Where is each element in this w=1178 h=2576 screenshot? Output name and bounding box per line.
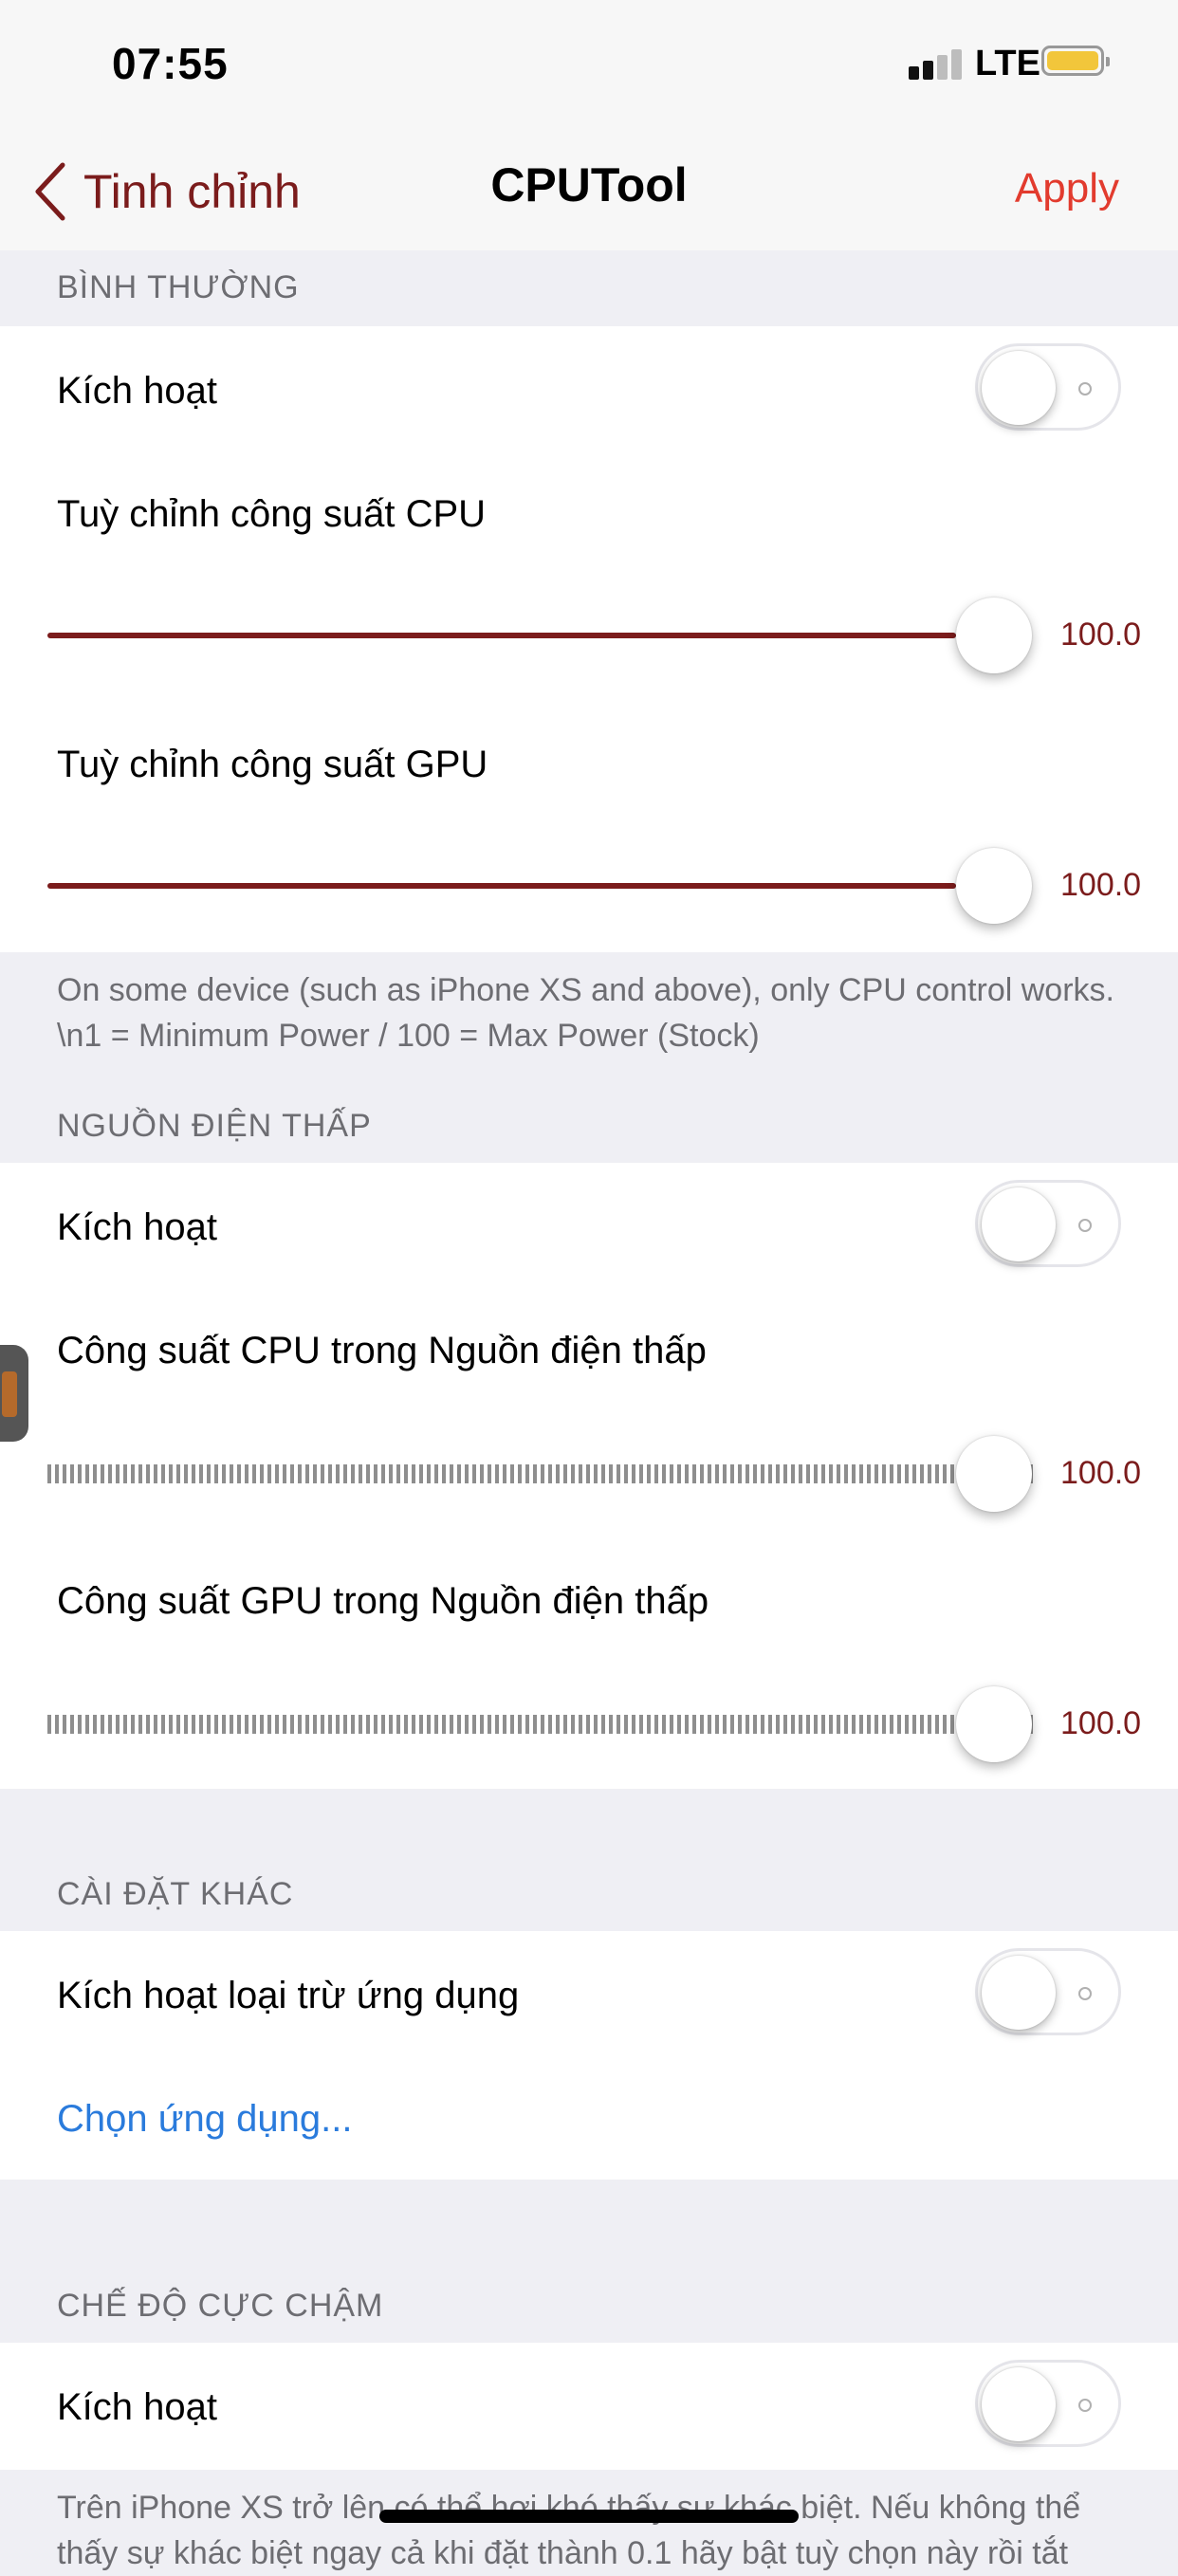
low-power-gpu-value: 100.0: [1060, 1705, 1142, 1741]
low-power-gpu-slider-thumb[interactable]: [956, 1686, 1032, 1762]
assistive-edge-tab[interactable]: [0, 1345, 28, 1442]
exclude-apps-toggle[interactable]: [975, 1948, 1121, 2035]
section-header-ultra-slow: CHẾ ĐỘ CỰC CHẬM: [57, 2288, 384, 2324]
group-other: Kích hoạt loại trừ ứng dụng Chọn ứng dụn…: [0, 1931, 1178, 2180]
network-type: LTE: [975, 44, 1040, 83]
normal-enable-toggle[interactable]: [975, 343, 1121, 431]
low-power-cpu-slider[interactable]: [47, 1436, 1034, 1512]
section-header-other: CÀI ĐẶT KHÁC: [57, 1876, 294, 1912]
normal-gpu-label: Tuỳ chỉnh công suất GPU: [57, 744, 488, 785]
normal-enable-label: Kích hoạt: [57, 370, 218, 412]
exclude-apps-label: Kích hoạt loại trừ ứng dụng: [57, 1975, 520, 2016]
group-normal: Kích hoạt Tuỳ chỉnh công suất CPU 100.0 …: [0, 326, 1178, 952]
page-title: CPUTool: [490, 158, 688, 212]
normal-cpu-label: Tuỳ chỉnh công suất CPU: [57, 493, 487, 535]
section-header-normal: BÌNH THƯỜNG: [57, 269, 300, 305]
section-header-low-power: NGUỒN ĐIỆN THẤP: [57, 1108, 372, 1144]
low-power-gpu-label: Công suất GPU trong Nguồn điện thấp: [57, 1580, 709, 1622]
low-power-enable-label: Kích hoạt: [57, 1206, 218, 1248]
cellular-signal-icon: [909, 49, 964, 80]
battery-icon: [1041, 46, 1110, 76]
low-power-enable-toggle[interactable]: [975, 1180, 1121, 1267]
normal-cpu-slider-thumb[interactable]: [956, 598, 1032, 673]
normal-footer-note: On some device (such as iPhone XS and ab…: [57, 972, 1114, 1054]
normal-cpu-value: 100.0: [1060, 616, 1142, 653]
ultra-slow-enable-label: Kích hoạt: [57, 2386, 218, 2428]
ultra-slow-footer-note: Trên iPhone XS trở lên có thể hơi khó th…: [57, 2490, 1081, 2571]
choose-apps-link[interactable]: Chọn ứng dụng...: [57, 2098, 352, 2141]
status-bar: 07:55 LTE: [0, 0, 1178, 133]
group-ultra-slow: Kích hoạt: [0, 2343, 1178, 2470]
normal-gpu-value: 100.0: [1060, 867, 1142, 903]
low-power-cpu-slider-thumb[interactable]: [956, 1436, 1032, 1512]
group-low-power: Kích hoạt Công suất CPU trong Nguồn điện…: [0, 1163, 1178, 1789]
low-power-cpu-label: Công suất CPU trong Nguồn điện thấp: [57, 1330, 707, 1371]
navigation-bar: Tinh chỉnh CPUTool Apply: [0, 133, 1178, 250]
home-indicator[interactable]: [379, 2510, 799, 2523]
low-power-cpu-value: 100.0: [1060, 1455, 1142, 1491]
normal-cpu-slider[interactable]: [47, 598, 1034, 673]
normal-gpu-slider-thumb[interactable]: [956, 848, 1032, 924]
low-power-gpu-slider[interactable]: [47, 1686, 1034, 1762]
apply-button[interactable]: Apply: [1015, 165, 1119, 212]
normal-gpu-slider[interactable]: [47, 848, 1034, 924]
status-time: 07:55: [112, 39, 229, 88]
ultra-slow-enable-toggle[interactable]: [975, 2360, 1121, 2447]
